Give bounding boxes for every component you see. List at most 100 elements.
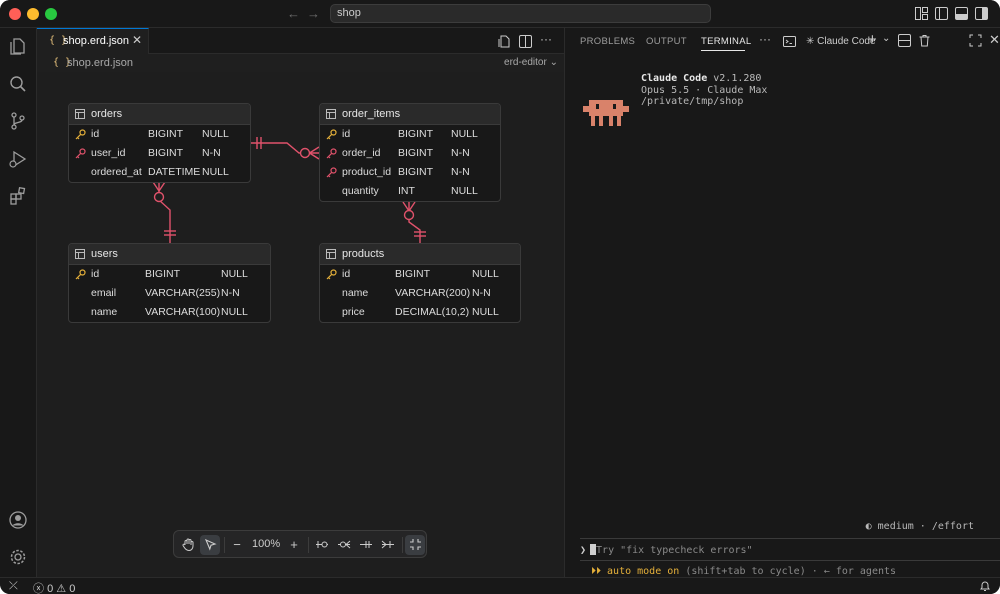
activity-bar [0, 28, 37, 577]
minimize-window-button[interactable] [27, 8, 39, 20]
erd-table-orders[interactable]: orders id BIGINT NULL user_id BIGINT N-N… [68, 103, 251, 183]
search-icon[interactable] [8, 74, 28, 94]
erd-table-order-items[interactable]: order_items id BIGINT NULL order_id BIGI… [319, 103, 501, 202]
account-icon[interactable] [8, 510, 28, 530]
column-nullable: N-N [451, 147, 470, 159]
zoom-level: 100% [252, 538, 281, 550]
claude-title: Claude Code [641, 73, 708, 84]
settings-gear-icon[interactable] [8, 547, 28, 567]
column-nullable: NULL [221, 268, 248, 280]
toggle-sidebar-icon[interactable] [935, 7, 948, 20]
column-type: BIGINT [148, 128, 184, 140]
column-nullable: N-N [451, 166, 470, 178]
column-row[interactable]: price DECIMAL(10,2) NULL [320, 303, 520, 322]
column-row[interactable]: ordered_at DATETIME NULL [69, 163, 250, 182]
explorer-icon[interactable] [8, 36, 28, 56]
relation-mark [403, 209, 415, 221]
table-icon [326, 109, 336, 119]
erd-table-users[interactable]: users id BIGINT NULL email VARCHAR(255) … [68, 243, 271, 323]
editor-kind-dropdown[interactable]: erd-editor ⌄ [504, 57, 558, 68]
column-type: DATETIME [148, 166, 201, 178]
column-name: id [342, 128, 351, 140]
close-panel-icon[interactable]: ✕ [989, 32, 1000, 48]
source-control-icon[interactable] [8, 111, 28, 131]
zoom-in-button[interactable]: + [284, 535, 304, 555]
column-row[interactable]: email VARCHAR(255) N-N [69, 284, 270, 303]
extensions-icon[interactable] [8, 186, 28, 206]
relation-exactly-one-button[interactable] [356, 535, 376, 555]
column-row[interactable]: id BIGINT NULL [320, 125, 500, 144]
split-editor-icon[interactable] [519, 35, 532, 48]
hand-tool-button[interactable] [178, 535, 198, 555]
zoom-out-button[interactable]: − [227, 535, 247, 555]
tab-terminal[interactable]: TERMINAL [701, 36, 751, 47]
tab-output[interactable]: OUTPUT [646, 36, 687, 47]
layout-customize-icon[interactable] [915, 7, 928, 20]
error-count: 0 [47, 583, 54, 594]
erd-canvas[interactable]: orders id BIGINT NULL user_id BIGINT N-N… [37, 72, 564, 577]
new-terminal-icon[interactable]: + [868, 31, 877, 48]
close-icon[interactable]: ✕ [132, 33, 142, 47]
select-tool-button[interactable] [200, 535, 220, 555]
tab-shop-erd-json[interactable]: { } shop.erd.json ✕ [37, 28, 149, 54]
column-nullable: NULL [472, 306, 499, 318]
command-center-search[interactable]: shop [330, 4, 711, 23]
notification-bell-icon[interactable] [979, 580, 991, 592]
tab-problems[interactable]: PROBLEMS [580, 36, 635, 47]
column-name: price [342, 306, 365, 318]
terminal-instance-name[interactable]: ✳ Claude Code [806, 36, 876, 47]
column-row[interactable]: id BIGINT NULL [320, 265, 520, 284]
terminal[interactable]: Claude Code v2.1.280 Opus 5.5 · Claude M… [565, 54, 1000, 577]
column-row[interactable]: name VARCHAR(100) NULL [69, 303, 270, 322]
relation-orders-users [158, 182, 171, 243]
more-actions-icon[interactable]: ··· [540, 32, 552, 46]
column-name: user_id [91, 147, 126, 159]
column-row[interactable]: id BIGINT NULL [69, 125, 250, 144]
remote-indicator-icon[interactable]: ⤫ [9, 580, 18, 593]
erd-table-header: users [69, 244, 270, 265]
split-terminal-icon[interactable] [898, 34, 911, 47]
column-row[interactable]: product_id BIGINT N-N [320, 163, 500, 182]
problems-status[interactable]: ⓧ 0 ⚠ 0 [33, 580, 75, 594]
table-name: users [91, 248, 118, 260]
toggle-panel-icon[interactable] [955, 7, 968, 20]
chevron-down-icon: ⌄ [549, 57, 558, 68]
arrow-right-icon[interactable]: → [307, 6, 320, 21]
column-name: order_id [342, 147, 381, 159]
vscode-window: ← → shop {} shop.erd.json ✕ ··· {} sho… [0, 0, 1000, 594]
column-row[interactable]: user_id BIGINT N-N [69, 144, 250, 163]
column-name: id [91, 268, 100, 280]
erd-table-header: orders [69, 104, 250, 125]
relation-one-to-one-button[interactable] [312, 535, 332, 555]
breadcrumb-file[interactable]: shop.erd.json [67, 57, 133, 69]
maximize-window-button[interactable] [45, 8, 57, 20]
cursor-arrow-icon [204, 538, 217, 551]
table-name: orders [91, 108, 123, 120]
fit-view-button[interactable] [405, 535, 425, 555]
erd-table-products[interactable]: products id BIGINT NULL name VARCHAR(200… [319, 243, 521, 323]
column-row[interactable]: name VARCHAR(200) N-N [320, 284, 520, 303]
relation-many-button[interactable] [378, 535, 398, 555]
panel-more-icon[interactable]: ··· [759, 32, 771, 46]
toolbar-divider [224, 537, 225, 553]
column-row[interactable]: id BIGINT NULL [69, 265, 270, 284]
toggle-secondary-sidebar-icon[interactable] [975, 7, 988, 20]
column-name: product_id [342, 166, 392, 178]
mode-hint: (shift+tab to cycle) · ← for agents [685, 566, 897, 577]
column-row[interactable]: quantity INT NULL [320, 182, 500, 201]
warning-count: 0 [69, 583, 76, 594]
close-window-button[interactable] [9, 8, 21, 20]
open-changes-icon[interactable] [498, 35, 511, 48]
trash-icon[interactable] [918, 34, 931, 47]
erd-table-header: order_items [320, 104, 500, 125]
prompt-input[interactable]: ❯ Try "fix typecheck errors" [580, 544, 753, 556]
relation-one-to-many-button[interactable] [334, 535, 354, 555]
chevron-down-icon[interactable]: ⌄ [882, 33, 890, 44]
relation-mandatory-icon [360, 541, 372, 548]
run-debug-icon[interactable] [8, 149, 28, 169]
column-nullable: N-N [202, 147, 221, 159]
column-row[interactable]: order_id BIGINT N-N [320, 144, 500, 163]
arrow-left-icon[interactable]: ← [287, 6, 300, 21]
prompt-symbol: ❯ [580, 545, 587, 556]
maximize-panel-icon[interactable] [969, 34, 982, 47]
